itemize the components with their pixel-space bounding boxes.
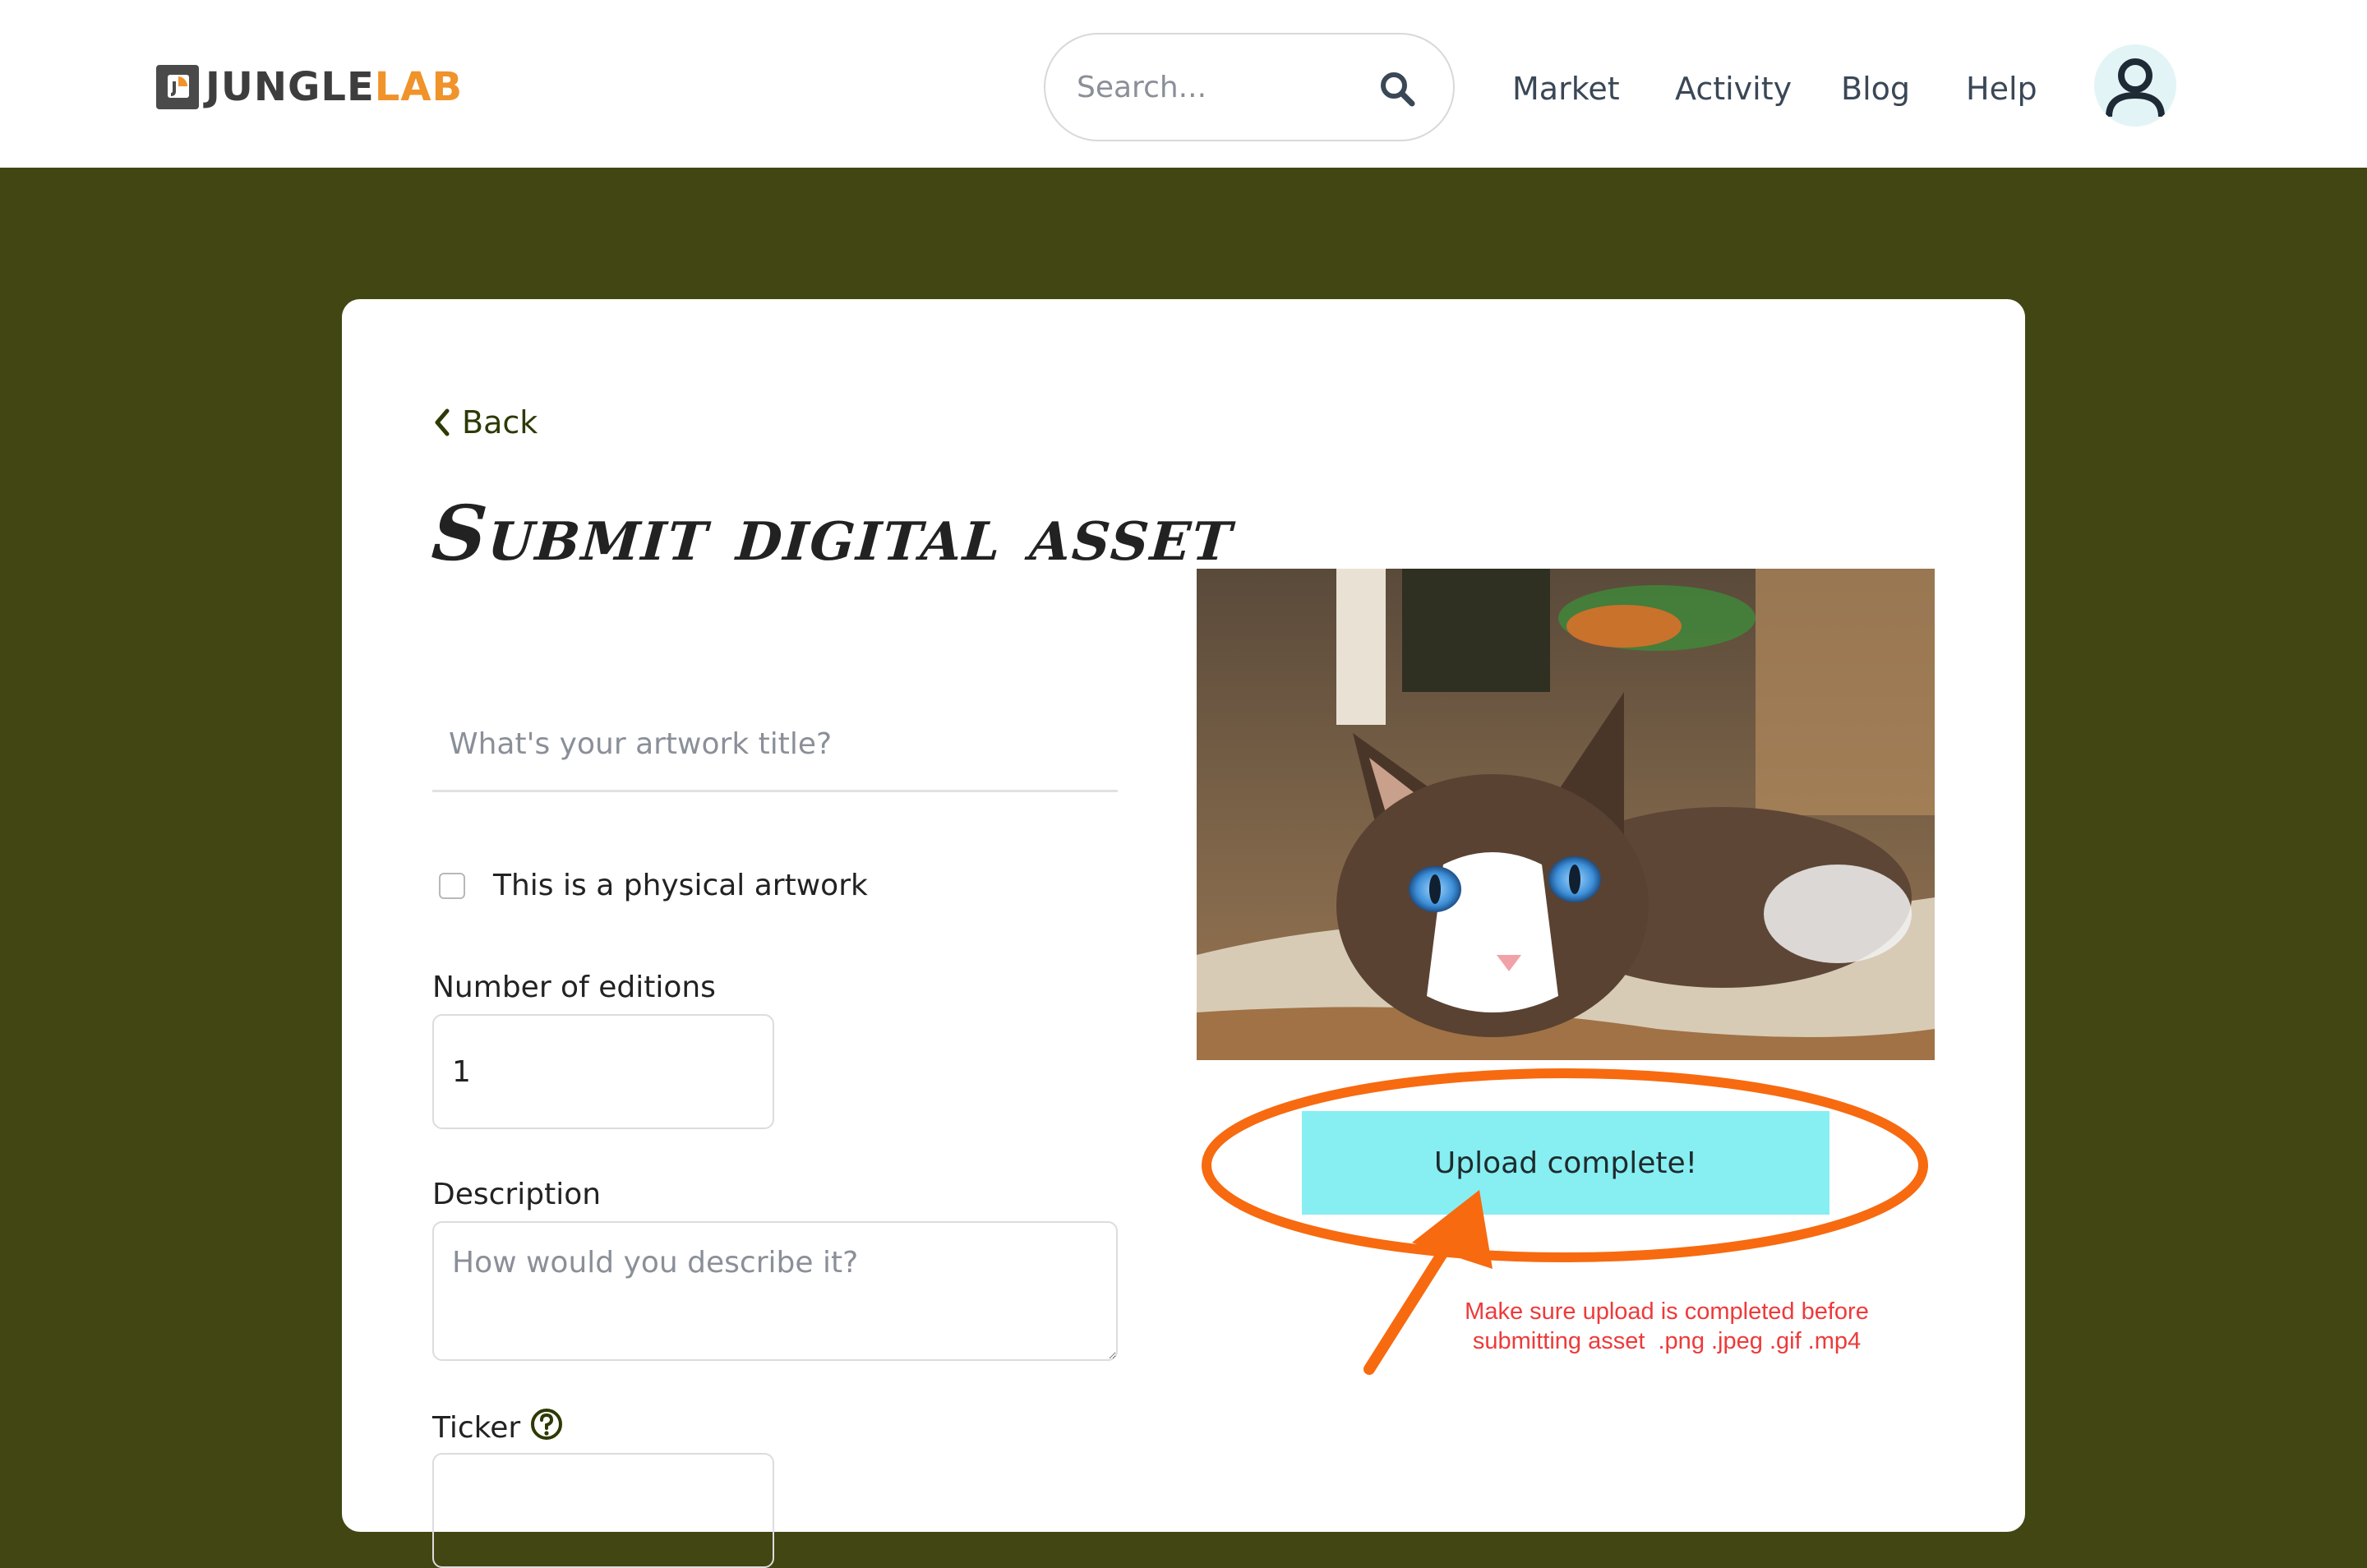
user-icon: [2106, 58, 2165, 118]
editions-label: Number of editions: [432, 971, 716, 1004]
description-textarea[interactable]: [432, 1221, 1118, 1361]
brand-logo[interactable]: JUNGLELAB: [156, 64, 463, 110]
upload-note: Make sure upload is completed before sub…: [1428, 1297, 1905, 1356]
brand-name-accent: LAB: [374, 64, 464, 110]
description-label: Description: [432, 1178, 602, 1211]
chevron-left-icon: [435, 408, 450, 436]
nav-help[interactable]: Help: [1966, 69, 2037, 108]
ticker-input[interactable]: [432, 1453, 774, 1568]
logo-mark-icon: [156, 65, 199, 109]
search-box: [1044, 33, 1455, 141]
back-label: Back: [462, 404, 538, 440]
nav-blog[interactable]: Blog: [1841, 69, 1910, 108]
upload-note-line-1: Make sure upload is completed before: [1465, 1298, 1869, 1325]
upload-note-line-2: submitting asset .png .jpeg .gif .mp4: [1472, 1328, 1862, 1354]
submit-asset-card: Back Submit digital asset This is a phys…: [342, 299, 2025, 1568]
upload-status-banner: Upload complete!: [1302, 1111, 1829, 1215]
uploaded-image-preview: [1197, 569, 1935, 1060]
cat-photo: [1197, 569, 1935, 1060]
top-header: JUNGLELAB Market Activity Blog Help: [0, 0, 2367, 168]
page-title: Submit digital asset: [429, 489, 1237, 578]
back-link[interactable]: Back: [432, 398, 538, 447]
nav-activity[interactable]: Activity: [1675, 69, 1792, 108]
nav-market[interactable]: Market: [1512, 69, 1620, 108]
brand-name-primary: JUNGLE: [205, 64, 375, 110]
physical-artwork-label: This is a physical artwork: [493, 869, 868, 902]
user-avatar[interactable]: [2094, 44, 2176, 127]
search-input[interactable]: [1077, 70, 1373, 104]
search-icon[interactable]: [1379, 71, 1415, 107]
editions-input[interactable]: [432, 1014, 774, 1129]
ticker-label: Ticker: [432, 1411, 521, 1445]
artwork-title-input[interactable]: [432, 699, 1118, 792]
physical-artwork-checkbox[interactable]: [439, 873, 465, 899]
help-circle-icon[interactable]: [529, 1407, 564, 1441]
